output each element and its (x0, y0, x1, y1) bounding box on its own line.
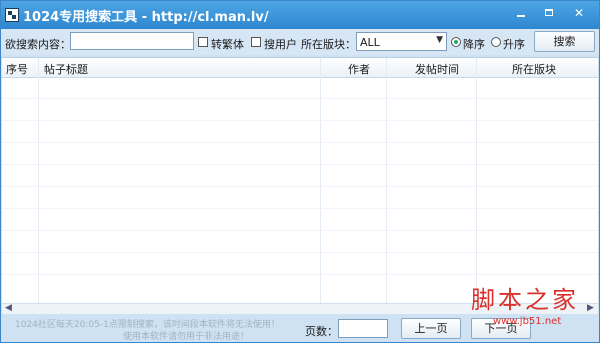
sort-desc-label: 降序 (463, 38, 485, 51)
search-label: 欲搜索内容： (5, 38, 71, 51)
column-header-title[interactable]: 帖子标题 (44, 61, 88, 77)
app-icon (5, 8, 19, 22)
row-divider (2, 120, 598, 121)
scroll-left-icon[interactable]: ◀ (5, 303, 12, 313)
section-select[interactable]: ALL ▼ (356, 32, 447, 51)
footer-bar: 1024社区每天20:05-1点限制搜索，该时间段本软件将无法使用！ 使用本软件… (1, 286, 599, 342)
table-header: 序号 帖子标题 作者 发帖时间 所在版块 (2, 58, 598, 78)
row-divider (2, 230, 598, 231)
column-header-section[interactable]: 所在版块 (512, 61, 556, 77)
site-watermark: 脚本之家 www.jb51.net (471, 280, 596, 338)
search-toolbar: 欲搜索内容： 转繁体 搜用户 所在版块： ALL ▼ 降序 升序 搜索 (1, 29, 599, 55)
search-input[interactable] (70, 32, 194, 50)
search-user-label: 搜用户 (264, 38, 297, 51)
search-button[interactable]: 搜索 (534, 31, 595, 52)
column-header-post-time[interactable]: 发帖时间 (415, 61, 459, 77)
column-divider (320, 58, 321, 303)
close-button[interactable]: ✕ (565, 5, 593, 21)
app-window: 1024专用搜索工具 - http://cl.man.lv/ ✕ 欲搜索内容： … (0, 0, 600, 343)
watermark-site-url: www.jb51.net (493, 316, 562, 327)
sort-asc-radio[interactable] (491, 37, 501, 47)
maximize-icon (545, 9, 553, 16)
minimize-icon (517, 15, 525, 17)
row-divider (2, 208, 598, 209)
search-user-checkbox[interactable] (251, 37, 261, 47)
minimize-button[interactable] (509, 5, 533, 21)
column-header-author[interactable]: 作者 (348, 61, 370, 77)
prev-page-button[interactable]: 上一页 (401, 318, 461, 339)
column-header-index[interactable]: 序号 (6, 61, 28, 77)
section-label: 所在版块： (301, 38, 356, 51)
row-divider (2, 186, 598, 187)
row-divider (2, 274, 598, 275)
column-divider (476, 58, 477, 303)
row-divider (2, 98, 598, 99)
traditional-label: 转繁体 (211, 38, 244, 51)
watermark-site-name: 脚本之家 (471, 286, 579, 314)
results-table[interactable]: 序号 帖子标题 作者 发帖时间 所在版块 ◀ ▶ (2, 57, 598, 315)
column-divider (386, 58, 387, 303)
column-divider (38, 58, 39, 303)
title-bar[interactable]: 1024专用搜索工具 - http://cl.man.lv/ ✕ (1, 1, 599, 29)
usage-notice: 使用本软件请勿用于非法用途！ (123, 332, 250, 342)
sort-asc-label: 升序 (503, 38, 525, 51)
close-icon: ✕ (573, 6, 585, 20)
page-input[interactable] (338, 319, 388, 338)
traditional-checkbox[interactable] (198, 37, 208, 47)
maximize-button[interactable] (537, 5, 561, 21)
page-label: 页数： (305, 325, 338, 338)
window-title: 1024专用搜索工具 - http://cl.man.lv/ (23, 10, 269, 25)
row-divider (2, 142, 598, 143)
row-divider (2, 252, 598, 253)
row-divider (2, 164, 598, 165)
section-select-value: ALL (360, 36, 380, 49)
sort-desc-radio[interactable] (451, 37, 461, 47)
dropdown-arrow-icon: ▼ (436, 35, 443, 45)
